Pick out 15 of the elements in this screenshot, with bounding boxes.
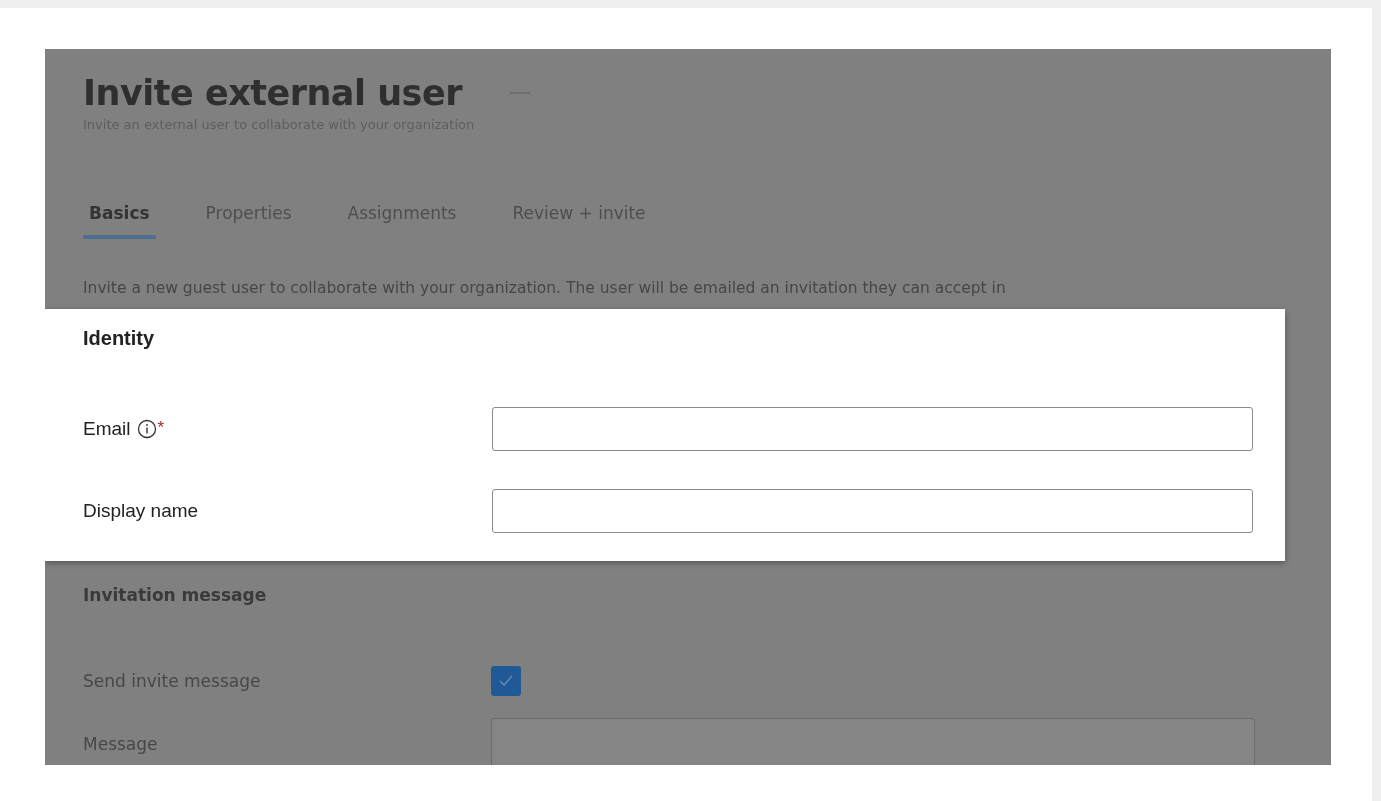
checkbox[interactable] — [491, 666, 521, 696]
field-label: Email — [83, 418, 131, 440]
input-field[interactable] — [491, 489, 1253, 533]
info-icon[interactable] — [136, 419, 157, 439]
field-label: Display name — [83, 500, 199, 522]
required-mark: * — [157, 418, 165, 438]
field-label: Message — [83, 734, 159, 754]
section-heading: Invitation message — [83, 585, 268, 605]
tab[interactable]: Basics — [83, 202, 156, 239]
section-heading: Identity — [83, 327, 156, 350]
input-field[interactable] — [491, 407, 1253, 451]
message-field[interactable] — [491, 718, 1255, 765]
page-title: Invite external user — [83, 73, 462, 113]
description-text: Invite a new guest user to collaborate with your organization. The user will be emailed an invitation they can accept in — [83, 279, 1007, 297]
field-label: Send invite message — [83, 671, 262, 691]
